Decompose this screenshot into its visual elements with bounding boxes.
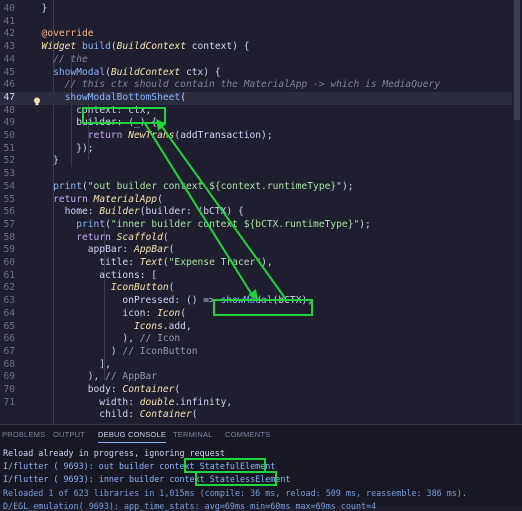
arrow-showmodal-to-ctx: [159, 123, 286, 299]
tab-output[interactable]: OUTPUT: [53, 430, 85, 439]
tab-comments[interactable]: COMMENTS: [225, 430, 270, 439]
panel-tabs: PROBLEMS OUTPUT DEBUG CONSOLE TERMINAL C…: [0, 424, 522, 444]
bottom-panel: PROBLEMS OUTPUT DEBUG CONSOLE TERMINAL C…: [0, 424, 522, 511]
console-line: Reloaded 1 of 623 libraries in 1,015ms (…: [3, 488, 467, 498]
console-line: D/EGL_emulation( 9693): app_time_stats: …: [3, 501, 377, 511]
tab-debug-console[interactable]: DEBUG CONSOLE: [98, 430, 167, 443]
annotation-arrows: [143, 119, 286, 300]
console-line: Reload already in progress, ignoring req…: [3, 448, 225, 458]
stateless-element-highlight: [195, 471, 277, 486]
tab-terminal[interactable]: TERMINAL: [173, 430, 213, 439]
tab-problems[interactable]: PROBLEMS: [2, 430, 45, 439]
arrow-ctx-to-showmodal: [143, 121, 255, 299]
code-editor[interactable]: 40 } 41 42 @override 43 Widget build(BuildC…: [0, 0, 522, 424]
